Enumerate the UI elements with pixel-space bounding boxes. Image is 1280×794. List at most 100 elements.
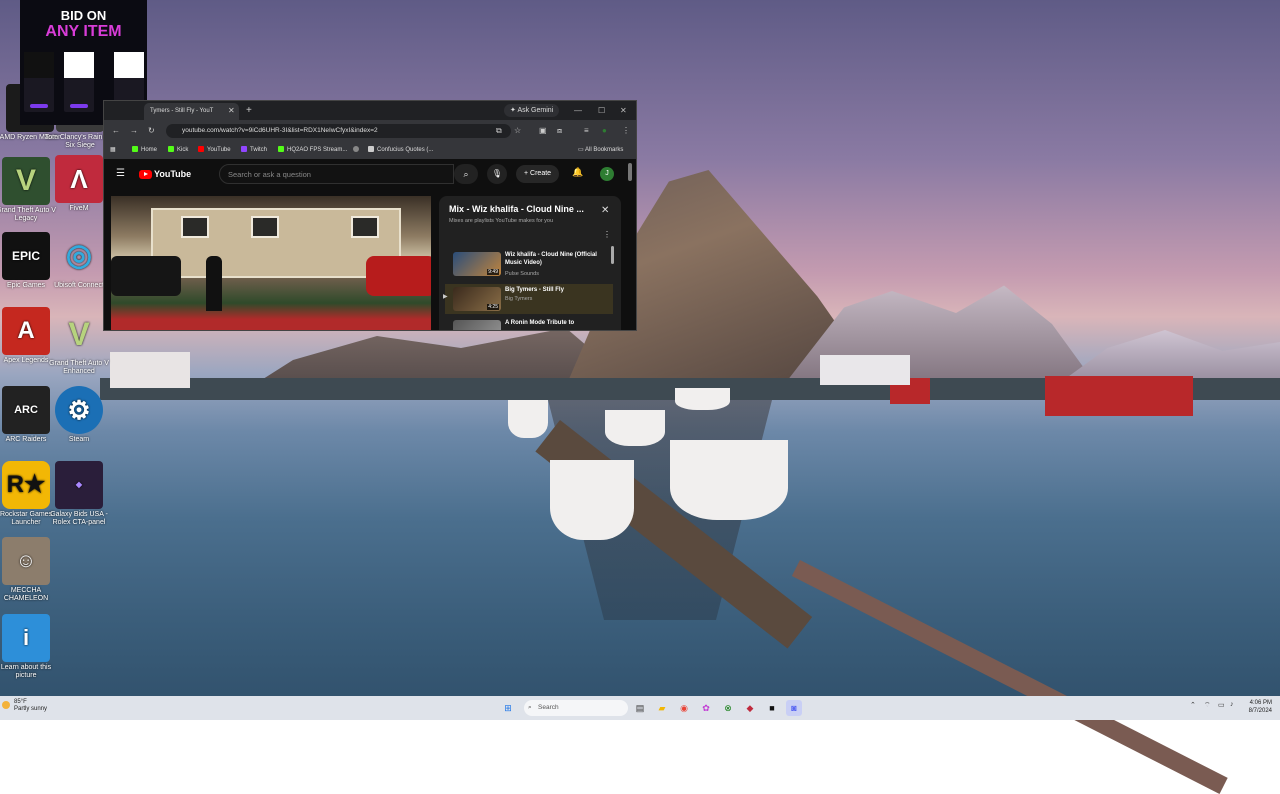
discord-icon[interactable]: ◙ xyxy=(786,700,802,716)
create-button[interactable]: + Create xyxy=(516,165,560,183)
weather-widget[interactable]: 85°F Partly sunny xyxy=(14,699,47,713)
more-options-icon[interactable]: ⋮ xyxy=(603,230,611,239)
new-tab-icon[interactable]: + xyxy=(246,103,252,118)
extension-icon[interactable]: ▣ xyxy=(539,124,547,138)
playlist-item[interactable]: 9:49 Wiz khalifa - Cloud Nine (Official … xyxy=(445,249,613,279)
search-placeholder: Search or ask a question xyxy=(228,170,311,179)
profile-avatar-icon[interactable]: ● xyxy=(602,124,607,138)
desktop-icon-label: Galaxy Bids USA - Rolex CTA-panel xyxy=(50,511,108,526)
bookmark-hq2ao[interactable]: HQ2AO FPS Stream... xyxy=(278,144,347,157)
bookmark-confucius[interactable]: Confucius Quotes (... xyxy=(368,144,433,157)
ask-gemini-label: Ask Gemini xyxy=(517,107,554,114)
back-icon[interactable]: ← xyxy=(112,124,120,138)
bookmark-youtube[interactable]: YouTube xyxy=(198,144,231,157)
forward-icon[interactable]: → xyxy=(130,124,138,138)
video-thumbnail: 4:25 xyxy=(453,287,501,311)
xbox-icon[interactable]: ⊗ xyxy=(720,700,736,716)
maximize-icon[interactable]: ☐ xyxy=(598,103,605,118)
file-explorer-icon[interactable]: ▰ xyxy=(654,700,670,716)
bookmark-label: Home xyxy=(141,147,158,153)
youtube-page: ☰ YouTube Search or ask a question ⌕ 🎙 +… xyxy=(104,159,636,330)
browser-tab[interactable]: Tymers - Still Fly - YouT xyxy=(144,103,239,120)
bookmark-home[interactable]: Home xyxy=(132,144,157,157)
video-player[interactable] xyxy=(111,196,431,330)
bookmark-label: Twitch xyxy=(250,147,268,153)
taskbar-search[interactable]: ⌕ Search xyxy=(524,700,628,716)
bookmark-twitch[interactable]: Twitch xyxy=(241,144,267,157)
tab-title: Tymers - Still Fly - YouT xyxy=(150,108,214,114)
microphone-icon[interactable]: 🎙 xyxy=(487,164,507,184)
reload-icon[interactable]: ↻ xyxy=(148,124,155,138)
meccha-chameleon-icon: ☺ xyxy=(2,537,50,585)
bookmark-kick[interactable]: Kick xyxy=(168,144,188,157)
desktop-icon-learn-picture[interactable]: i Learn about this picture xyxy=(0,614,62,680)
wallpaper-dock xyxy=(791,560,1228,794)
extensions-puzzle-icon[interactable]: ⧈ xyxy=(557,124,562,138)
close-window-icon[interactable]: ✕ xyxy=(620,103,627,118)
copilot-icon[interactable]: ✿ xyxy=(698,700,714,716)
bookmark-globe[interactable] xyxy=(353,144,362,157)
ask-gemini-button[interactable]: ✦ Ask Gemini xyxy=(504,104,560,117)
search-icon: ⌕ xyxy=(528,704,532,711)
hamburger-menu-icon[interactable]: ☰ xyxy=(116,168,125,179)
channel-name: Pulse Sounds xyxy=(505,271,539,277)
ubisoft-icon: ◎ xyxy=(65,239,93,272)
page-scrollbar[interactable] xyxy=(628,163,632,181)
playlist-scrollbar[interactable] xyxy=(611,246,614,264)
playlist-item-now-playing[interactable]: ▶ 4:25 Big Tymers - Still Fly Big Tymers xyxy=(443,284,613,314)
desktop-icon-meccha[interactable]: ☺ MECCHA CHAMELEON xyxy=(0,537,62,603)
desktop-icon-label: MECCHA CHAMELEON xyxy=(3,587,49,602)
menu-icon[interactable]: ⋮ xyxy=(622,124,630,138)
bookmarks-bar: ▦ Home Kick YouTube Twitch HQ2AO FPS Str… xyxy=(104,142,636,160)
wallpaper-white-house xyxy=(820,355,910,385)
close-playlist-icon[interactable]: ✕ xyxy=(601,205,609,216)
desktop-icon-steam[interactable]: ⚙ Steam xyxy=(43,386,115,444)
playlist-item[interactable]: A Ronin Mode Tribute to xyxy=(445,317,613,330)
all-bookmarks[interactable]: ▭ All Bookmarks xyxy=(578,144,623,157)
gta-v-icon: V xyxy=(68,316,90,352)
ad-headline: BID ON xyxy=(60,8,107,23)
display-icon[interactable]: ▭ xyxy=(1218,701,1225,709)
wallpaper-white-house xyxy=(110,352,190,388)
app-icon[interactable]: ◆ xyxy=(742,700,758,716)
apps-grid-icon[interactable]: ▦ xyxy=(110,144,116,157)
user-avatar[interactable]: J xyxy=(600,167,614,181)
video-frame-window xyxy=(251,216,279,238)
media-control-icon[interactable]: ≡ xyxy=(584,124,589,138)
playlist-panel: Mix - Wiz khalifa - Cloud Nine ... Mixes… xyxy=(439,196,621,330)
notifications-bell-icon[interactable]: 🔔 xyxy=(572,167,583,178)
youtube-play-icon xyxy=(139,170,152,180)
address-toolbar: ← → ↻ youtube.com/watch?v=9iCd6UHR-3I&li… xyxy=(104,120,636,142)
start-windows-icon[interactable]: ⊞ xyxy=(500,700,516,716)
chrome-icon[interactable]: ◉ xyxy=(676,700,692,716)
youtube-icon xyxy=(198,146,204,153)
search-icon[interactable]: ⌕ xyxy=(454,164,478,184)
network-icon[interactable]: ⌔ xyxy=(1204,701,1211,710)
volume-icon[interactable]: ♪ xyxy=(1230,701,1234,708)
tray-chevron-icon[interactable]: ⌃ xyxy=(1190,701,1196,709)
channel-name: Big Tymers xyxy=(505,296,533,302)
fivem-icon: Λ xyxy=(55,155,103,203)
address-bar[interactable]: youtube.com/watch?v=9iCd6UHR-3I&list=RDX… xyxy=(166,124,511,138)
video-title: Big Tymers - Still Fly xyxy=(505,287,564,293)
taskbar: 85°F Partly sunny ⊞ ⌕ Search ▤ ▰ ◉ ✿ ⊗ ◆ … xyxy=(0,696,1280,720)
task-view-icon[interactable]: ▤ xyxy=(632,700,648,716)
all-bookmarks-label: All Bookmarks xyxy=(585,147,624,153)
youtube-search-input[interactable]: Search or ask a question xyxy=(219,164,454,184)
now-playing-icon: ▶ xyxy=(443,294,448,300)
minimize-icon[interactable]: — xyxy=(574,103,582,118)
weather-temp: 85°F xyxy=(14,699,27,705)
weather-sun-icon xyxy=(2,701,10,709)
close-tab-icon[interactable]: ✕ xyxy=(228,103,235,118)
bookmark-star-icon[interactable]: ☆ xyxy=(514,124,521,138)
video-frame-window xyxy=(351,216,379,238)
taskbar-clock[interactable]: 4:06 PM 8/7/2024 xyxy=(1240,699,1272,715)
youtube-logo[interactable]: YouTube xyxy=(139,168,191,180)
wallpaper-boat xyxy=(675,388,730,410)
desktop-icon-galaxy-bids[interactable]: ◆ Galaxy Bids USA - Rolex CTA-panel xyxy=(43,461,115,527)
video-duration: 9:49 xyxy=(487,269,499,275)
epic-games-taskbar-icon[interactable]: ■ xyxy=(764,700,780,716)
wallpaper-boat xyxy=(508,400,548,438)
folder-icon: ▭ xyxy=(578,147,586,153)
install-app-icon[interactable]: ⧉ xyxy=(496,124,502,138)
